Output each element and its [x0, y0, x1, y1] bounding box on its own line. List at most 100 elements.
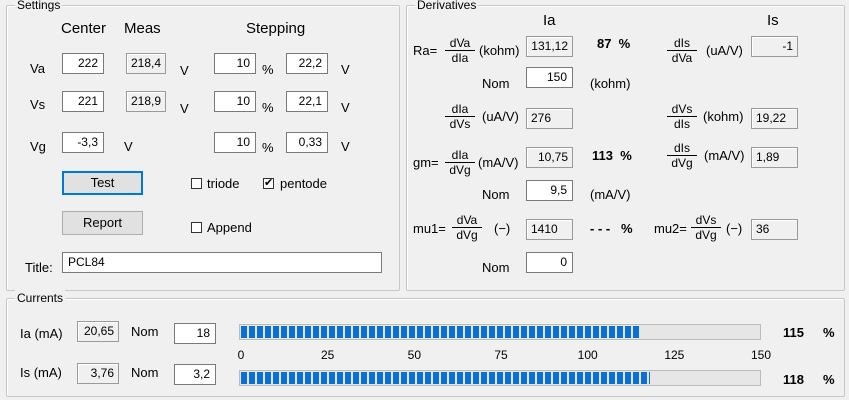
- is-label: Is (mA): [20, 365, 62, 380]
- gm-fraction: dIa dVg: [445, 148, 475, 177]
- vs-center-input[interactable]: 221: [62, 91, 104, 112]
- scale-tick-label: 75: [494, 348, 508, 362]
- dia-dvs-numerator: dIa: [445, 102, 475, 117]
- ra-value: 131,12: [526, 36, 573, 57]
- append-label[interactable]: Append: [207, 220, 252, 236]
- va-label: Va: [30, 61, 45, 76]
- vs-unit: V: [180, 101, 189, 116]
- dvs-dis-unit: (kohm): [703, 109, 744, 124]
- mu1-label: mu1=: [413, 221, 446, 236]
- gm-label: gm=: [413, 155, 439, 170]
- gm-unit: (mA/V): [478, 155, 519, 170]
- dis-dva-value: -1: [751, 36, 798, 57]
- dis-dva-denominator: dVa: [671, 51, 693, 65]
- is-value: 3,76: [77, 363, 119, 384]
- dis-dvg-unit: (mA/V): [704, 148, 745, 163]
- ra-unit: (kohm): [479, 43, 520, 58]
- ra-nom-input[interactable]: 150: [526, 67, 573, 88]
- mu1-nom-input[interactable]: 0: [526, 252, 573, 273]
- ia-percent-value: 115: [783, 325, 804, 340]
- vg-center-input[interactable]: -3,3: [62, 132, 104, 153]
- is-percent-value: 118: [783, 372, 804, 387]
- ra-label: Ra=: [413, 43, 438, 58]
- va-step-unit: V: [341, 62, 350, 77]
- ra-nom-label: Nom: [482, 76, 510, 91]
- ia-nom-input[interactable]: 18: [174, 323, 216, 344]
- va-step-val-input[interactable]: 22,2: [286, 53, 328, 74]
- title-input[interactable]: PCL84: [62, 252, 382, 273]
- is-progress-fill: [241, 372, 650, 384]
- dis-dvg-value: 1,89: [751, 147, 798, 168]
- dvs-dis-numerator: dVs: [667, 102, 697, 117]
- ra-fraction: dVa dIa: [445, 36, 475, 65]
- mu2-unit: (−): [726, 221, 743, 236]
- mu1-fraction: dVa dVg: [452, 213, 482, 242]
- col-stepping-header: Stepping: [246, 20, 306, 37]
- pentode-label[interactable]: pentode: [280, 176, 327, 192]
- scale-tick-label: 100: [577, 348, 598, 362]
- title-label: Title:: [25, 260, 53, 275]
- vs-step-pct-input[interactable]: 10: [214, 91, 256, 112]
- dia-dvs-fraction: dIa dVs: [445, 102, 475, 131]
- dis-dva-unit: (uA/V): [706, 43, 743, 58]
- ia-progress-bar: [239, 324, 761, 340]
- mu1-nom-label: Nom: [482, 260, 510, 275]
- mu2-value: 36: [751, 219, 798, 240]
- dia-dvs-unit: (uA/V): [482, 109, 519, 124]
- vg-unit: V: [124, 139, 133, 154]
- col-meas-header: Meas: [124, 20, 161, 37]
- mu2-fraction: dVs dVg: [691, 213, 721, 242]
- currents-group-title: Currents: [15, 290, 66, 306]
- mu1-denominator: dVg: [456, 228, 478, 242]
- is-percent-sign: %: [823, 372, 835, 387]
- ra-numerator: dVa: [445, 36, 475, 51]
- scale-tick-label: 0: [237, 348, 245, 362]
- gm-denominator: dVg: [449, 163, 471, 177]
- ra-nom-unit: (kohm): [590, 76, 631, 91]
- dvs-dis-value: 19,22: [751, 108, 798, 129]
- mu1-value: 1410: [526, 219, 573, 240]
- vg-step-val-input[interactable]: 0,33: [286, 132, 328, 153]
- va-unit: V: [180, 63, 189, 78]
- mu1-numerator: dVa: [452, 213, 482, 228]
- dis-dvg-numerator: dIs: [667, 141, 697, 156]
- is-nom-input[interactable]: 3,2: [174, 364, 216, 385]
- gm-value: 10,75: [526, 147, 573, 168]
- col-ia-header: Ia: [543, 12, 556, 29]
- ia-nom-label: Nom: [131, 324, 159, 339]
- ia-value: 20,65: [77, 321, 119, 342]
- ia-percent-sign: %: [823, 325, 835, 340]
- test-button[interactable]: Test: [62, 171, 143, 195]
- dis-dvg-denominator: dVg: [671, 156, 693, 170]
- dis-dva-numerator: dIs: [667, 36, 697, 51]
- append-checkbox[interactable]: [191, 222, 202, 233]
- mu2-label: mu2=: [654, 221, 687, 236]
- scale-tick-label: 150: [750, 348, 772, 362]
- report-button[interactable]: Report: [62, 211, 143, 235]
- scale-tick-label: 125: [664, 348, 685, 362]
- col-is-header: Is: [767, 12, 779, 29]
- gm-percent: 113 %: [592, 148, 632, 163]
- triode-checkbox[interactable]: [191, 178, 202, 189]
- dia-dvs-denominator: dVs: [449, 117, 471, 131]
- ia-progress-fill: [241, 326, 640, 338]
- dis-dva-fraction: dIs dVa: [667, 36, 697, 65]
- gm-nom-input[interactable]: 9,5: [526, 180, 573, 201]
- mu1-percent: - - - %: [590, 221, 633, 236]
- settings-group-title: Settings: [15, 0, 63, 13]
- vs-step-unit: V: [341, 100, 350, 115]
- scale-tick-label: 50: [407, 348, 422, 362]
- va-center-input[interactable]: 222: [62, 53, 104, 74]
- pentode-checkbox[interactable]: ✔: [263, 178, 274, 189]
- gm-nom-unit: (mA/V): [590, 187, 631, 202]
- is-progress-bar: [239, 370, 761, 386]
- ra-denominator: dIa: [451, 51, 469, 65]
- dis-dvg-fraction: dIs dVg: [667, 141, 697, 170]
- vg-step-pct-input[interactable]: 10: [214, 132, 256, 153]
- va-meas-value: 218,4: [126, 53, 166, 74]
- va-step-pct-input[interactable]: 10: [214, 53, 256, 74]
- vs-meas-value: 218,9: [126, 91, 166, 112]
- triode-label[interactable]: triode: [207, 176, 240, 192]
- vs-step-val-input[interactable]: 22,1: [286, 91, 328, 112]
- dvs-dis-denominator: dIs: [673, 117, 690, 131]
